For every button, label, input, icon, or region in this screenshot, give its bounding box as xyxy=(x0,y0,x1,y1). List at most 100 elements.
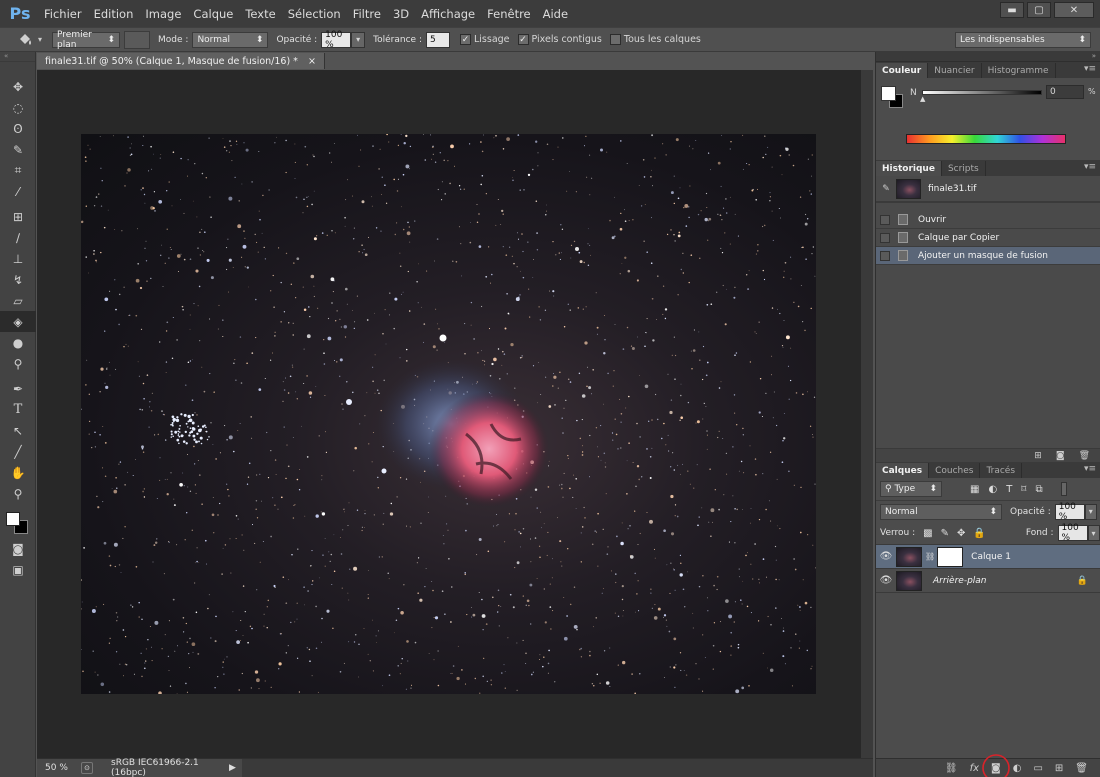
lock-pixels-icon[interactable]: ✎ xyxy=(941,528,949,539)
layer-style-fx-icon[interactable]: fx xyxy=(970,763,979,774)
menu-item-edition[interactable]: Edition xyxy=(88,7,140,21)
panel-menu-icon[interactable]: ▾≡ xyxy=(1084,162,1096,172)
paint-bucket-icon[interactable] xyxy=(12,33,38,47)
menu-item-texte[interactable]: Texte xyxy=(239,7,281,21)
tab-nuancier[interactable]: Nuancier xyxy=(928,63,982,78)
history-step[interactable]: Calque par Copier xyxy=(876,229,1100,247)
menu-item-affichage[interactable]: Affichage xyxy=(415,7,481,21)
lissage-checkbox-group[interactable]: ✓ Lissage xyxy=(459,34,510,45)
close-button[interactable]: ✕ xyxy=(1054,2,1094,18)
shape-layer-filter-icon[interactable]: ⌑ xyxy=(1021,484,1026,495)
paint-bucket-tool-icon[interactable]: ◈ xyxy=(0,311,36,332)
filter-toggle-switch[interactable] xyxy=(1060,482,1067,496)
clone-stamp-tool-icon[interactable]: ⊥ xyxy=(0,248,36,269)
tool-preset-chevron-icon[interactable]: ▾ xyxy=(38,35,42,44)
color-swatches[interactable] xyxy=(0,504,35,538)
tab-scripts[interactable]: Scripts xyxy=(942,161,986,176)
path-selection-tool-icon[interactable]: ↖ xyxy=(0,420,36,441)
panel-menu-icon[interactable]: ▾≡ xyxy=(1084,464,1096,474)
layer-filter-select[interactable]: ⚲ Type ⬍ xyxy=(880,481,942,497)
contigus-checkbox-group[interactable]: ✓ Pixels contigus xyxy=(517,34,602,45)
quick-selection-tool-icon[interactable]: ✎ xyxy=(0,139,36,160)
new-group-icon[interactable]: ▭ xyxy=(1033,763,1042,774)
layer-mask-thumbnail[interactable] xyxy=(937,546,964,567)
layer-row-calque-1[interactable]: 👁 ⛓ Calque 1 xyxy=(876,545,1100,569)
move-tool-icon[interactable]: ✥ xyxy=(0,76,36,97)
adjustment-layer-filter-icon[interactable]: ◐ xyxy=(988,484,997,495)
history-step-selected[interactable]: Ajouter un masque de fusion xyxy=(876,247,1100,265)
tab-historique[interactable]: Historique xyxy=(876,161,942,176)
status-menu-arrow-icon[interactable]: ▶ xyxy=(229,763,236,773)
delete-layer-icon[interactable]: 🗑 xyxy=(1075,763,1088,774)
gray-slider-thumb-icon[interactable]: ▲ xyxy=(920,95,925,103)
type-layer-filter-icon[interactable]: T xyxy=(1006,484,1012,495)
pattern-picker[interactable] xyxy=(124,30,151,49)
type-tool-icon[interactable]: T xyxy=(0,399,36,420)
history-step[interactable]: Ouvrir xyxy=(876,211,1100,229)
close-document-icon[interactable]: × xyxy=(308,56,316,67)
pixel-layer-filter-icon[interactable]: ▦ xyxy=(970,484,979,495)
delete-state-icon[interactable]: 🗑 xyxy=(1079,451,1090,461)
new-layer-icon[interactable]: ⊞ xyxy=(1055,763,1063,774)
layer-row-arriere-plan[interactable]: 👁 Arrière-plan 🔒 xyxy=(876,569,1100,593)
lock-transparency-icon[interactable]: ▩ xyxy=(923,528,932,539)
history-brush-tool-icon[interactable]: ↯ xyxy=(0,269,36,290)
brush-tool-icon[interactable]: ∕ xyxy=(0,227,36,248)
line-tool-icon[interactable]: ╱ xyxy=(0,441,36,462)
layer-thumbnail[interactable] xyxy=(896,570,922,591)
eraser-tool-icon[interactable]: ▱ xyxy=(0,290,36,311)
vertical-scrollbar[interactable] xyxy=(861,70,873,758)
menu-item-fichier[interactable]: Fichier xyxy=(38,7,88,21)
mask-link-icon[interactable]: ⛓ xyxy=(925,552,935,561)
visibility-eye-icon[interactable]: 👁 xyxy=(876,551,896,562)
blur-tool-icon[interactable]: ● xyxy=(0,332,36,353)
workspace-select[interactable]: Les indispensables ⬍ xyxy=(955,32,1091,48)
zoom-level[interactable]: 50 % xyxy=(45,763,79,773)
layer-name[interactable]: Calque 1 xyxy=(971,552,1011,562)
gray-slider-track[interactable] xyxy=(922,90,1042,95)
mode-select[interactable]: Normal ⬍ xyxy=(192,31,269,48)
toolbar-collapse-icon[interactable]: « xyxy=(0,52,35,62)
crop-tool-icon[interactable]: ⌗ xyxy=(0,160,36,181)
document-image[interactable] xyxy=(81,134,816,694)
tous-calques-checkbox-group[interactable]: Tous les calques xyxy=(609,34,701,45)
history-check[interactable] xyxy=(880,214,890,225)
lock-position-icon[interactable]: ✥ xyxy=(957,528,965,539)
menu-item-fenetre[interactable]: Fenêtre xyxy=(481,7,536,21)
layer-opacity-field[interactable]: 100 % xyxy=(1054,502,1085,522)
tab-couches[interactable]: Couches xyxy=(929,463,981,478)
eyedropper-tool-icon[interactable]: ⁄ xyxy=(0,181,36,202)
visibility-eye-icon[interactable]: 👁 xyxy=(876,575,896,586)
color-foreground-swatch[interactable] xyxy=(881,86,896,101)
adjustment-layer-icon[interactable]: ◐ xyxy=(1013,763,1022,774)
marquee-tool-icon[interactable]: ◌ xyxy=(0,97,36,118)
menu-item-filtre[interactable]: Filtre xyxy=(347,7,387,21)
blend-mode-select[interactable]: Normal ⬍ xyxy=(880,503,1002,520)
history-check[interactable] xyxy=(880,250,890,261)
tolerance-field[interactable]: 5 xyxy=(425,31,450,48)
layer-thumbnail[interactable] xyxy=(896,546,922,567)
add-layer-mask-icon[interactable]: ◙ xyxy=(982,753,1010,777)
lasso-tool-icon[interactable]: ʘ xyxy=(0,118,36,139)
fill-field[interactable]: 100 % xyxy=(1057,523,1088,543)
layer-name[interactable]: Arrière-plan xyxy=(933,576,987,586)
menu-item-image[interactable]: Image xyxy=(139,7,187,21)
tab-traces[interactable]: Tracés xyxy=(980,463,1023,478)
zoom-tool-icon[interactable]: ⚲ xyxy=(0,483,36,504)
screen-mode-icon[interactable]: ▣ xyxy=(0,559,36,580)
menu-item-selection[interactable]: Sélection xyxy=(282,7,347,21)
smart-object-filter-icon[interactable]: ⧉ xyxy=(1035,484,1042,495)
tab-couleur[interactable]: Couleur xyxy=(876,63,929,78)
hand-tool-icon[interactable]: ✋ xyxy=(0,462,36,483)
panels-collapse-icon[interactable]: » xyxy=(876,52,1100,62)
layer-opacity-dropdown-icon[interactable]: ▾ xyxy=(1084,503,1097,520)
opacity-dropdown-icon[interactable]: ▾ xyxy=(351,31,366,48)
link-layers-icon[interactable]: ⛓ xyxy=(945,763,958,774)
quick-mask-icon[interactable]: ◙ xyxy=(0,538,36,559)
pen-tool-icon[interactable]: ✒ xyxy=(0,378,36,399)
opacity-field[interactable]: 100 % xyxy=(321,30,352,50)
lock-all-icon[interactable]: 🔒 xyxy=(973,528,985,539)
history-snapshot[interactable]: ✎ finale31.tif xyxy=(876,176,1100,203)
fill-source-select[interactable]: Premier plan ⬍ xyxy=(52,30,121,50)
maximize-button[interactable]: ▢ xyxy=(1027,2,1051,18)
